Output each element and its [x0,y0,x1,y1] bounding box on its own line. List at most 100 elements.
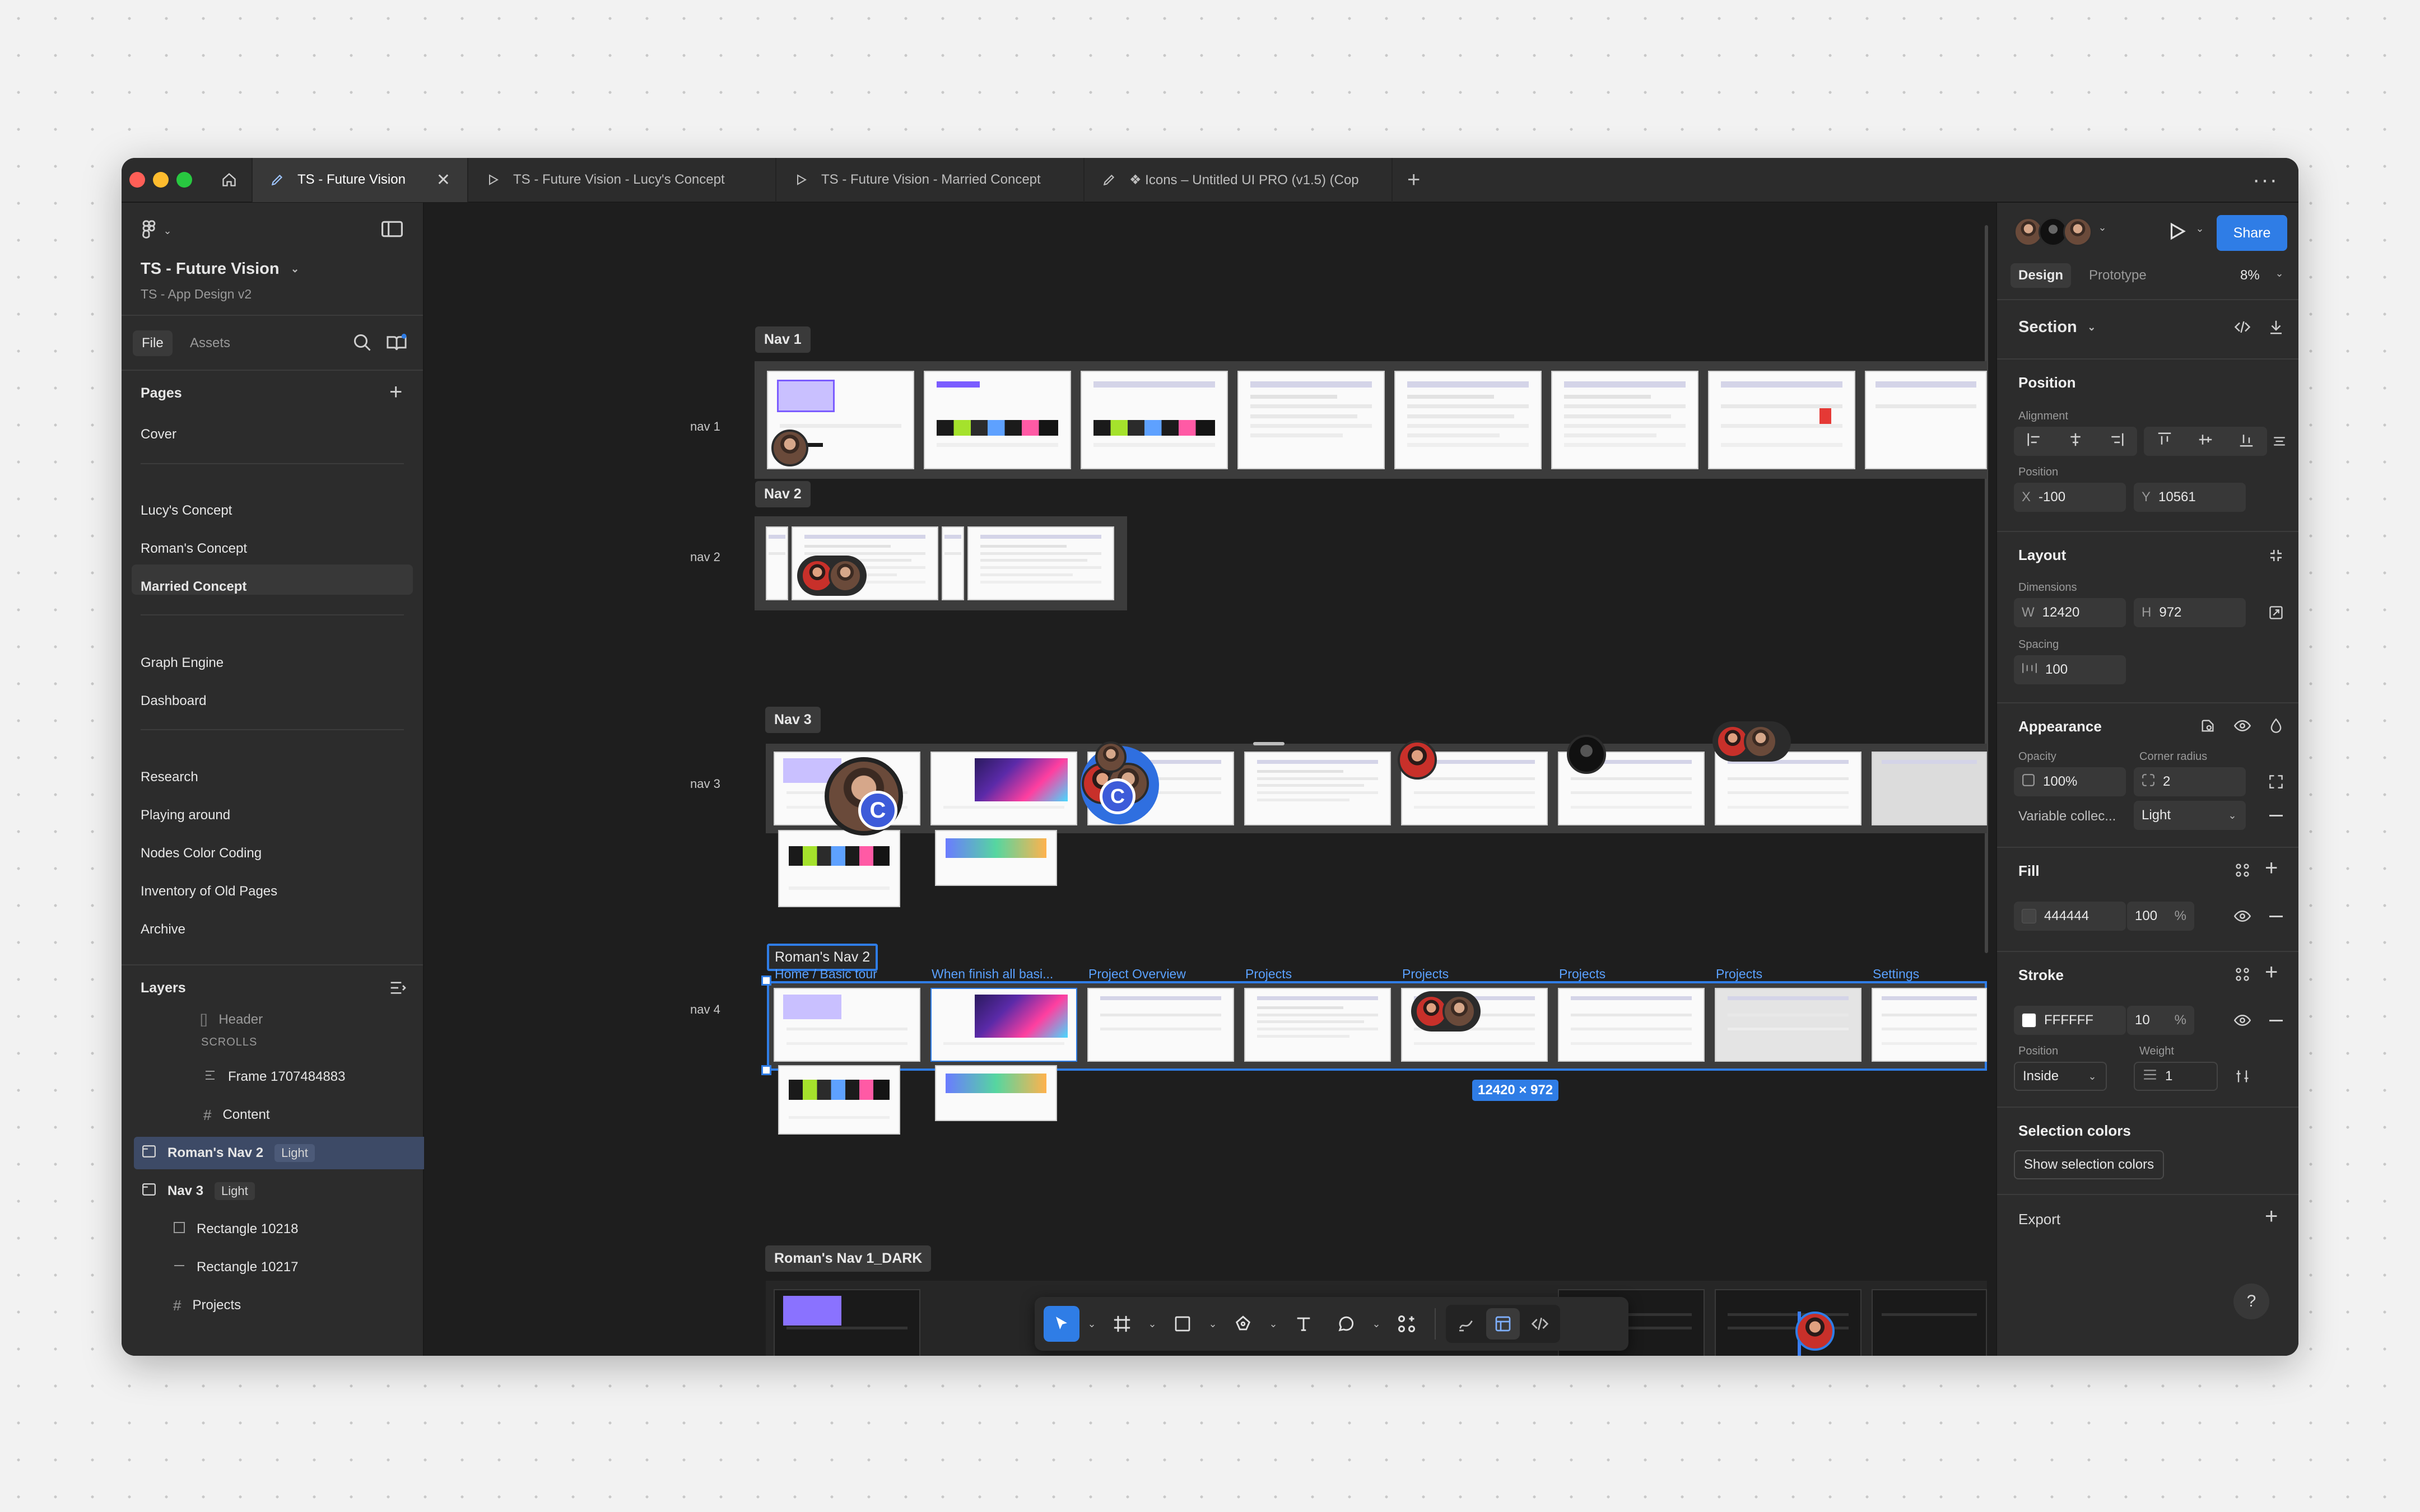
align-middle-icon[interactable] [2198,431,2213,452]
chevron-down-icon[interactable]: ⌄ [1147,1318,1158,1330]
frame-tool-button[interactable] [1104,1306,1140,1342]
design-mode-button[interactable] [1486,1308,1520,1340]
section-label-nav-3[interactable]: Nav 3 [765,707,821,733]
variable-mode-select[interactable]: Light ⌄ [2134,801,2246,830]
layer-row-rectangle-10218[interactable]: Rectangle 10218 [122,1213,424,1245]
close-tab-icon[interactable]: ✕ [436,170,450,190]
close-window-button[interactable] [129,172,145,188]
dev-mode-button[interactable] [1523,1308,1557,1340]
chevron-down-icon[interactable]: ⌄ [1086,1318,1097,1330]
position-y-input[interactable]: Y 10561 [2134,483,2246,512]
blend-mode-icon[interactable] [2265,715,2287,737]
style-grid-icon[interactable] [2231,963,2254,986]
cursor-chat-badge[interactable]: C [858,791,897,830]
tab-ts-future-vision[interactable]: TS - Future Vision ✕ [253,158,468,202]
cursor-chat-badge[interactable]: C [1100,778,1135,814]
frame-thumbnail[interactable] [1865,371,1987,469]
frame-thumbnail[interactable] [1715,1289,1861,1356]
tab-married-concept[interactable]: TS - Future Vision - Married Concept [776,158,1085,202]
align-center-horizontal-icon[interactable] [2067,432,2084,451]
fill-opacity-input[interactable]: 100% [2127,902,2194,931]
style-icon[interactable] [2196,715,2219,737]
canvas[interactable]: Nav 1 nav 1 Nav 2 nav 2 Nav 3 nav 3 C C … [424,203,1996,1356]
frame-thumbnail[interactable] [1872,752,1987,825]
selection-handle[interactable] [761,976,771,986]
frame-caption[interactable]: When finish all basi... [932,967,1077,982]
page-item-archive[interactable]: Archive [141,922,185,937]
frame-thumbnail[interactable] [1715,752,1861,825]
search-icon[interactable] [352,333,373,357]
tab-assets[interactable]: Assets [190,335,230,351]
frame-thumbnail[interactable] [1872,988,1987,1062]
page-item-research[interactable]: Research [141,769,198,785]
frame-thumbnail[interactable] [942,526,964,600]
frame-thumbnail[interactable] [930,988,1077,1062]
frame-thumbnail[interactable] [924,371,1071,469]
resize-handle[interactable] [1253,742,1285,745]
fill-color-input[interactable]: 444444 [2014,902,2126,931]
tab-lucys-concept[interactable]: TS - Future Vision - Lucy's Concept [468,158,776,202]
visibility-eye-icon[interactable] [2231,715,2254,737]
collapse-layout-icon[interactable] [2265,544,2287,567]
frame-thumbnail[interactable] [967,526,1114,600]
layer-row-frame[interactable]: Frame 1707484883 [122,1061,424,1093]
layer-row-scrolls[interactable]: SCROLLS [122,1026,424,1058]
code-icon[interactable] [2231,316,2254,338]
align-top-icon[interactable] [2157,431,2172,452]
frame-caption[interactable]: Projects [1559,967,1605,982]
remove-variable-icon[interactable] [2269,815,2283,816]
distribute-icon[interactable] [2268,430,2291,452]
stroke-swatch[interactable] [2022,1013,2036,1028]
project-name[interactable]: TS - App Design v2 [141,287,252,302]
show-selection-colors-button[interactable]: Show selection colors [2014,1150,2165,1179]
remove-fill-icon[interactable] [2269,916,2283,917]
stroke-opacity-input[interactable]: 10% [2127,1006,2194,1035]
collaborator-avatar[interactable] [829,559,862,592]
page-item-dashboard[interactable]: Dashboard [141,693,206,709]
collaborator-avatar[interactable] [771,430,808,466]
chevron-down-icon[interactable]: ⌄ [1371,1318,1382,1330]
section-type-menu[interactable]: Section ⌄ [2018,318,2097,337]
stroke-color-input[interactable]: FFFFFF [2014,1006,2126,1035]
rectangle-tool-button[interactable] [1165,1306,1200,1342]
selection-handle[interactable] [761,1065,771,1075]
home-tab[interactable] [207,158,253,202]
style-grid-icon[interactable] [2231,859,2254,881]
frame-thumbnail[interactable] [778,1065,900,1135]
actions-tool-button[interactable] [1389,1306,1425,1342]
spacing-input[interactable]: 100 [2014,655,2126,684]
corner-radius-input[interactable]: 2 [2134,767,2246,796]
toggle-sidebar-icon[interactable] [381,221,403,241]
collaborator-avatar[interactable] [1442,995,1476,1028]
page-item-lucys-concept[interactable]: Lucy's Concept [141,503,232,519]
fill-swatch[interactable] [2022,909,2036,923]
frame-caption[interactable]: Project Overview [1088,967,1186,982]
frame-caption[interactable]: Home / Basic tour [775,967,877,982]
collaborator-avatar[interactable] [1744,725,1777,758]
frame-thumbnail[interactable] [774,988,920,1062]
user-avatar[interactable] [2063,217,2092,246]
frame-caption[interactable]: Projects [1716,967,1762,982]
share-button[interactable]: Share [2217,215,2287,251]
align-right-icon[interactable] [2108,432,2125,451]
new-tab-icon[interactable]: + [1407,167,1420,193]
layer-row-romans-nav-2[interactable]: Roman's Nav 2 Light [134,1137,424,1169]
stroke-settings-icon[interactable] [2231,1065,2254,1088]
page-item-married-concept[interactable]: Married Concept [141,579,246,595]
page-item-romans-concept[interactable]: Roman's Concept [141,541,247,557]
frame-thumbnail[interactable] [1715,988,1861,1062]
minimize-window-button[interactable] [153,172,169,188]
layer-row-content[interactable]: # Content [122,1099,424,1131]
section-label-nav-1[interactable]: Nav 1 [755,326,811,353]
chevron-down-icon[interactable]: ⌄ [2274,268,2285,279]
stroke-position-select[interactable]: Inside ⌄ [2014,1062,2107,1091]
layer-row-projects[interactable]: # Projects [122,1289,424,1322]
fill-visibility-eye-icon[interactable] [2231,905,2254,927]
collaborator-avatar[interactable] [1567,735,1606,774]
library-icon[interactable] [386,333,407,357]
frame-thumbnail[interactable] [930,752,1077,825]
frame-thumbnail[interactable] [1872,1289,1987,1356]
position-x-input[interactable]: X -100 [2014,483,2126,512]
chevron-down-icon[interactable]: ⌄ [1268,1318,1279,1330]
resize-to-fit-icon[interactable] [2265,601,2287,624]
